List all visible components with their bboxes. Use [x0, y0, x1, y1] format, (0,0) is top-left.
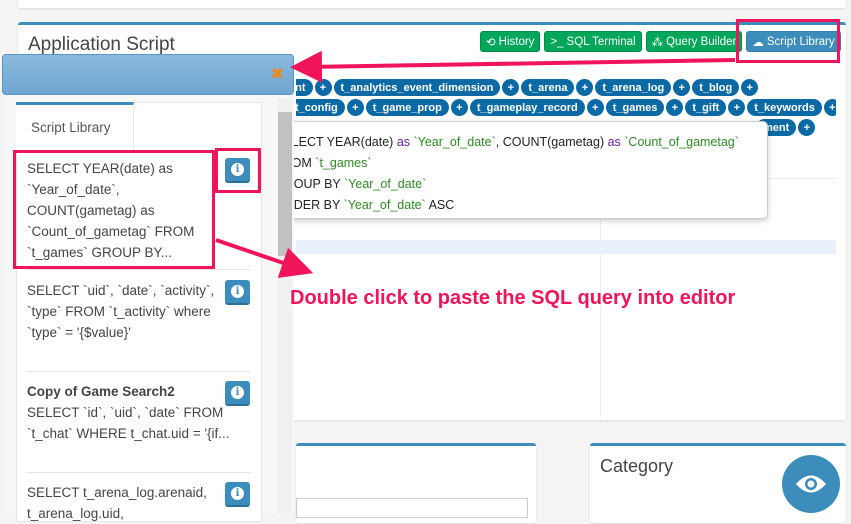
annotation-text: Double click to paste the SQL query into…: [290, 287, 736, 309]
annotation-arrows: [215, 50, 736, 278]
arrow-to-modal: [290, 50, 736, 83]
arrow-to-editor: [215, 238, 314, 278]
